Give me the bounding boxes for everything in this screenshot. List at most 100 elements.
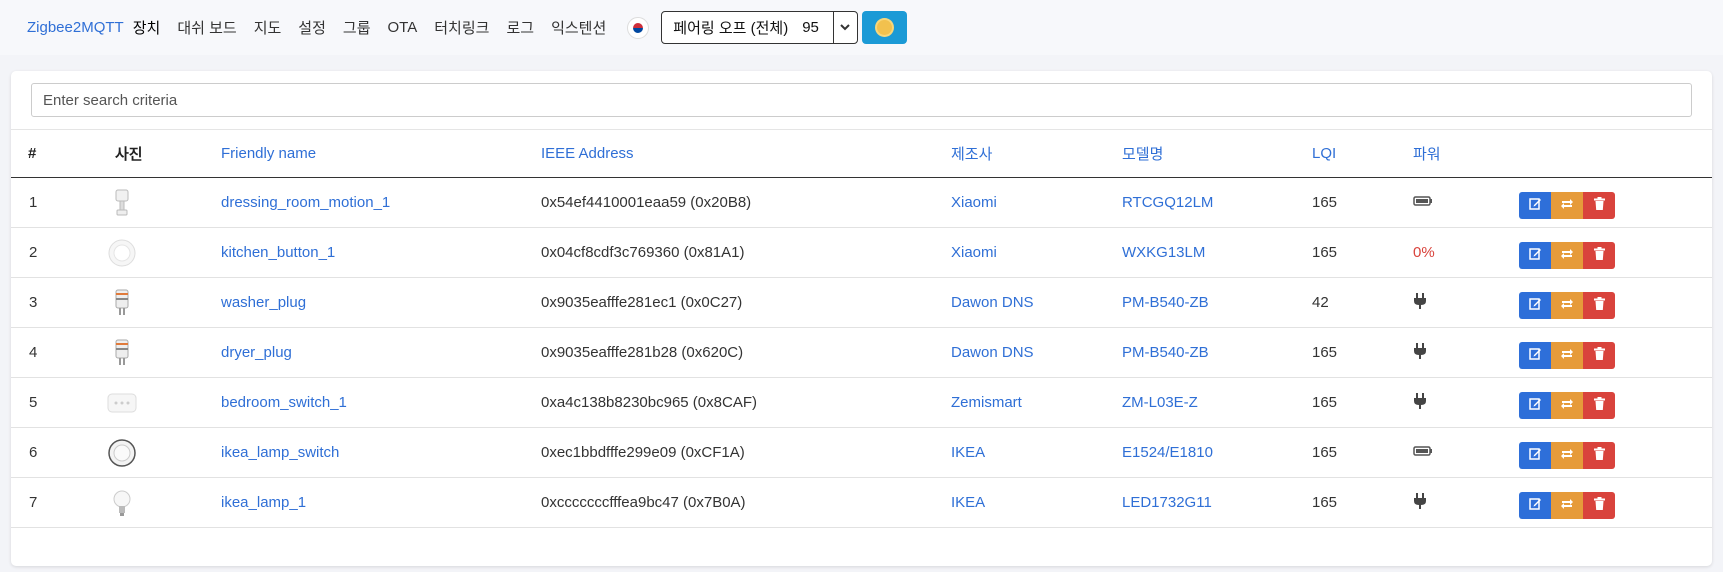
remove-button[interactable] xyxy=(1583,242,1615,269)
nav-settings[interactable]: 설정 xyxy=(298,17,326,38)
device-friendly-name-link[interactable]: ikea_lamp_1 xyxy=(221,478,306,527)
permit-join-dropdown[interactable] xyxy=(832,12,857,43)
wall-switch-image[interactable] xyxy=(107,388,137,418)
remove-button[interactable] xyxy=(1583,492,1615,519)
nav-touchlink[interactable]: 터치링크 xyxy=(434,17,489,38)
devices-card: # 사진 Friendly name IEEE Address 제조사 모델명 … xyxy=(11,71,1712,566)
nav-map[interactable]: 지도 xyxy=(254,17,282,38)
plug-icon xyxy=(1413,392,1427,413)
remove-button[interactable] xyxy=(1583,392,1615,419)
nav-dashboard[interactable]: 대쉬 보드 xyxy=(177,17,236,38)
device-model-link[interactable]: E1524/E1810 xyxy=(1122,428,1213,477)
edit-icon xyxy=(1528,447,1542,464)
row-actions xyxy=(1519,292,1615,319)
search-input[interactable] xyxy=(31,83,1692,117)
table-row: 3 washer_plug 0x9035eafffe281ec1 (0x0C27) D… xyxy=(11,278,1712,328)
device-manufacturer-link[interactable]: IKEA xyxy=(951,478,985,527)
korean-flag-icon[interactable] xyxy=(627,16,650,39)
trash-icon xyxy=(1593,397,1605,414)
plug-icon xyxy=(1413,292,1427,313)
plug-image[interactable] xyxy=(107,338,137,368)
theme-toggle-button[interactable] xyxy=(861,11,907,44)
rename-icon xyxy=(1560,297,1574,314)
nav-devices[interactable]: 장치 xyxy=(133,17,161,38)
device-model-link[interactable]: WXKG13LM xyxy=(1122,228,1205,277)
device-friendly-name-link[interactable]: ikea_lamp_switch xyxy=(221,428,339,477)
device-manufacturer-link[interactable]: Dawon DNS xyxy=(951,328,1034,377)
motion-sensor-image[interactable] xyxy=(107,188,137,218)
rename-button[interactable] xyxy=(1551,292,1583,319)
button-image[interactable] xyxy=(107,238,137,268)
device-model-link[interactable]: PM-B540-ZB xyxy=(1122,328,1209,377)
header-ieee-address[interactable]: IEEE Address xyxy=(541,130,634,177)
header-model[interactable]: 모델명 xyxy=(1122,130,1163,177)
device-manufacturer-link[interactable]: Zemismart xyxy=(951,378,1022,427)
plug-icon xyxy=(1413,492,1427,513)
remove-button[interactable] xyxy=(1583,192,1615,219)
battery-percent: 0% xyxy=(1413,244,1435,261)
plug-image[interactable] xyxy=(107,288,137,318)
device-model-link[interactable]: ZM-L03E-Z xyxy=(1122,378,1198,427)
edit-button[interactable] xyxy=(1519,192,1551,219)
row-actions xyxy=(1519,342,1615,369)
row-index: 6 xyxy=(29,444,38,461)
device-friendly-name-link[interactable]: dressing_room_motion_1 xyxy=(221,178,390,227)
device-friendly-name-link[interactable]: kitchen_button_1 xyxy=(221,228,335,277)
permit-join-control: 페어링 오프 (전체) 95 xyxy=(661,11,858,44)
edit-button[interactable] xyxy=(1519,442,1551,469)
header-index[interactable]: # xyxy=(28,130,36,177)
header-power[interactable]: 파워 xyxy=(1413,130,1441,177)
device-manufacturer-link[interactable]: Xiaomi xyxy=(951,228,997,277)
edit-button[interactable] xyxy=(1519,342,1551,369)
bulb-image[interactable] xyxy=(107,488,137,518)
remove-button[interactable] xyxy=(1583,342,1615,369)
edit-button[interactable] xyxy=(1519,292,1551,319)
row-index: 2 xyxy=(29,244,38,261)
brand-link[interactable]: Zigbee2MQTT xyxy=(27,19,124,36)
edit-icon xyxy=(1528,347,1542,364)
header-friendly-name[interactable]: Friendly name xyxy=(221,130,316,177)
header-manufacturer[interactable]: 제조사 xyxy=(951,130,992,177)
device-friendly-name-link[interactable]: bedroom_switch_1 xyxy=(221,378,347,427)
device-model-link[interactable]: PM-B540-ZB xyxy=(1122,278,1209,327)
rename-button[interactable] xyxy=(1551,342,1583,369)
device-manufacturer-link[interactable]: Xiaomi xyxy=(951,178,997,227)
device-model-link[interactable]: LED1732G11 xyxy=(1122,478,1212,527)
rename-button[interactable] xyxy=(1551,192,1583,219)
device-model-link[interactable]: RTCGQ12LM xyxy=(1122,178,1213,227)
battery-icon xyxy=(1413,444,1433,461)
device-power xyxy=(1413,478,1427,527)
rename-button[interactable] xyxy=(1551,492,1583,519)
permit-join-label: 페어링 오프 (전체) xyxy=(673,20,789,37)
edit-button[interactable] xyxy=(1519,242,1551,269)
edit-button[interactable] xyxy=(1519,392,1551,419)
device-friendly-name-link[interactable]: dryer_plug xyxy=(221,328,292,377)
rename-button[interactable] xyxy=(1551,442,1583,469)
rename-icon xyxy=(1560,347,1574,364)
rename-button[interactable] xyxy=(1551,242,1583,269)
remove-button[interactable] xyxy=(1583,292,1615,319)
plug-icon xyxy=(1413,342,1427,363)
edit-icon xyxy=(1528,397,1542,414)
table-row: 2 kitchen_button_1 0x04cf8cdf3c769360 (0x8… xyxy=(11,228,1712,278)
permit-join-button[interactable]: 페어링 오프 (전체) 95 xyxy=(662,12,833,43)
trash-icon xyxy=(1593,247,1605,264)
nav-logs[interactable]: 로그 xyxy=(506,17,534,38)
nav-extensions[interactable]: 익스텐션 xyxy=(551,17,606,38)
edit-button[interactable] xyxy=(1519,492,1551,519)
edit-icon xyxy=(1528,197,1542,214)
nav-ota[interactable]: OTA xyxy=(388,19,418,36)
rename-button[interactable] xyxy=(1551,392,1583,419)
nav-groups[interactable]: 그룹 xyxy=(343,17,371,38)
header-lqi[interactable]: LQI xyxy=(1312,130,1336,177)
device-friendly-name-link[interactable]: washer_plug xyxy=(221,278,306,327)
remove-button[interactable] xyxy=(1583,442,1615,469)
device-lqi: 165 xyxy=(1312,344,1338,361)
trash-icon xyxy=(1593,347,1605,364)
round-remote-image[interactable] xyxy=(107,438,137,468)
device-manufacturer-link[interactable]: Dawon DNS xyxy=(951,278,1034,327)
device-manufacturer-link[interactable]: IKEA xyxy=(951,428,985,477)
device-ieee-address: 0x9035eafffe281ec1 (0x0C27) xyxy=(541,294,743,311)
device-power xyxy=(1413,428,1433,477)
trash-icon xyxy=(1593,297,1605,314)
